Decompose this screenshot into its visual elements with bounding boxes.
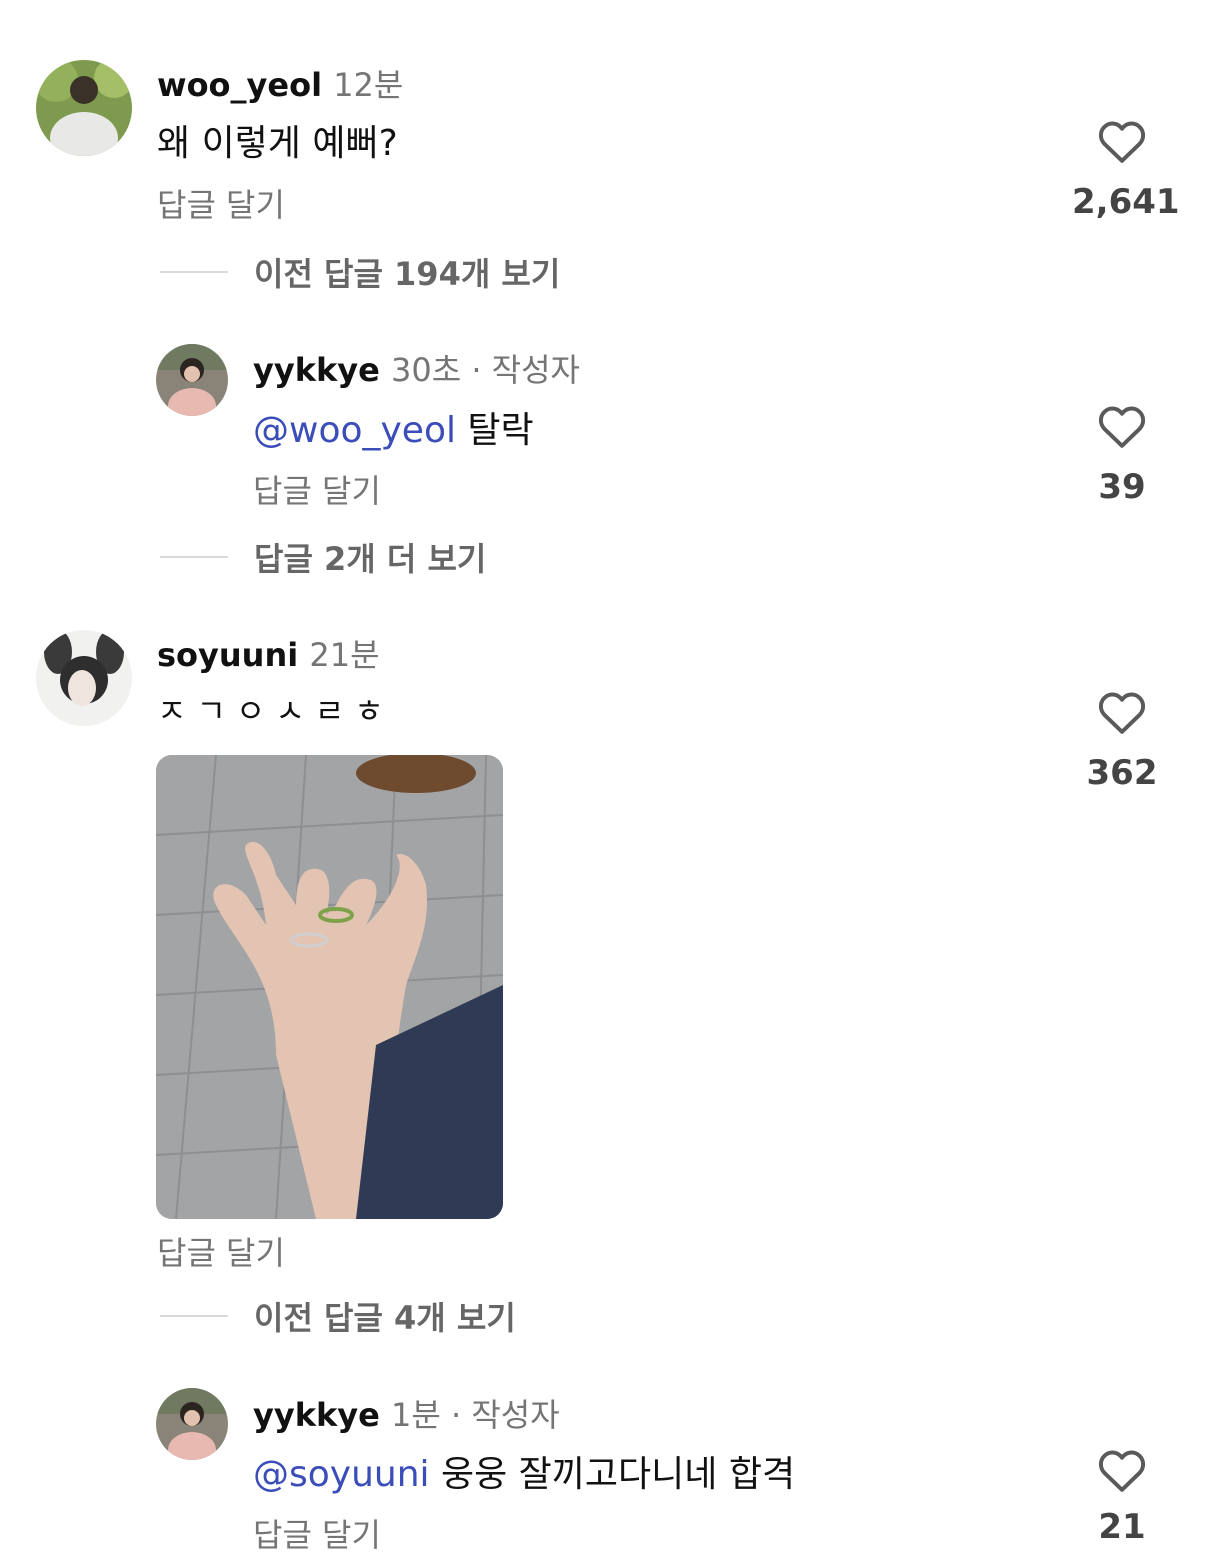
- thread-divider: [160, 556, 228, 558]
- comment-text: 왜 이렇게 예뻐?: [157, 123, 398, 164]
- heart-outline-icon: [1098, 121, 1146, 163]
- username-yykkye[interactable]: yykkye: [253, 351, 380, 389]
- like-button[interactable]: 2,641: [1072, 118, 1180, 222]
- username-yykkye[interactable]: yykkye: [253, 1396, 380, 1434]
- username-soyuuni[interactable]: soyuuni: [157, 636, 298, 674]
- view-replies-button[interactable]: 이전 답글 4개 보기: [160, 1296, 516, 1337]
- comment-photo[interactable]: [156, 755, 503, 1219]
- avatar-soyuuni-image: [36, 630, 132, 726]
- username-woo-yeol[interactable]: woo_yeol: [157, 66, 322, 104]
- comment-time: 12분: [333, 66, 404, 104]
- like-count: 362: [1086, 753, 1158, 793]
- thread-divider: [160, 271, 228, 273]
- like-count: 2,641: [1072, 182, 1180, 222]
- heart-outline-icon: [1098, 692, 1146, 734]
- like-count: 21: [1098, 1507, 1146, 1547]
- reply-button[interactable]: 답글 달기: [157, 180, 285, 226]
- comment-body: 웅웅 잘끼고다니네 합격: [429, 1454, 796, 1495]
- avatar-woo-yeol[interactable]: [36, 60, 132, 156]
- author-badge: · 작성자: [440, 1396, 560, 1434]
- reply-button[interactable]: 답글 달기: [253, 1510, 381, 1556]
- view-replies-button[interactable]: 이전 답글 194개 보기: [160, 252, 561, 293]
- like-button[interactable]: 21: [1072, 1447, 1172, 1547]
- thread-divider: [160, 1315, 228, 1317]
- comment-time: 21분: [309, 636, 380, 674]
- reply-button[interactable]: 답글 달기: [253, 466, 381, 512]
- heart-outline-icon: [1098, 406, 1146, 448]
- author-badge: · 작성자: [461, 351, 580, 389]
- hand-ring-photo: [156, 755, 503, 1219]
- comment-time: 1분: [390, 1396, 441, 1434]
- comment-text: @soyuuni 웅웅 잘끼고다니네 합격: [253, 1445, 795, 1497]
- comment-body: 탈락: [455, 410, 534, 451]
- avatar-yykkye-image: [156, 1388, 228, 1460]
- view-more-replies-button[interactable]: 답글 2개 더 보기: [160, 537, 487, 578]
- avatar-woo-yeol-image: [36, 60, 132, 156]
- view-replies-label: 답글 2개 더 보기: [254, 540, 487, 578]
- comment-text: @woo_yeol 탈락: [253, 401, 534, 453]
- comment-header-soyuuni: soyuuni 21분: [157, 630, 380, 676]
- comment-time: 30초: [390, 351, 462, 389]
- comment-header-woo-yeol: woo_yeol 12분: [157, 60, 403, 106]
- view-replies-label: 이전 답글 194개 보기: [254, 255, 561, 293]
- comment-text: ㅈㄱㅇㅅㄹㅎ: [157, 692, 394, 730]
- mention-link[interactable]: @woo_yeol: [253, 410, 456, 451]
- like-count: 39: [1098, 467, 1146, 507]
- avatar-soyuuni[interactable]: [36, 630, 132, 726]
- comment-header-yykkye: yykkye 1분 · 작성자: [253, 1390, 560, 1436]
- mention-link[interactable]: @soyuuni: [253, 1454, 430, 1495]
- like-button[interactable]: 362: [1072, 689, 1172, 793]
- view-replies-label: 이전 답글 4개 보기: [254, 1299, 516, 1337]
- avatar-yykkye-image: [156, 344, 228, 416]
- like-button[interactable]: 39: [1072, 403, 1172, 507]
- comment-header-yykkye: yykkye 30초 · 작성자: [253, 345, 580, 391]
- avatar-yykkye[interactable]: [156, 1388, 228, 1460]
- avatar-yykkye[interactable]: [156, 344, 228, 416]
- heart-outline-icon: [1098, 1450, 1146, 1492]
- reply-button[interactable]: 답글 달기: [157, 1228, 285, 1274]
